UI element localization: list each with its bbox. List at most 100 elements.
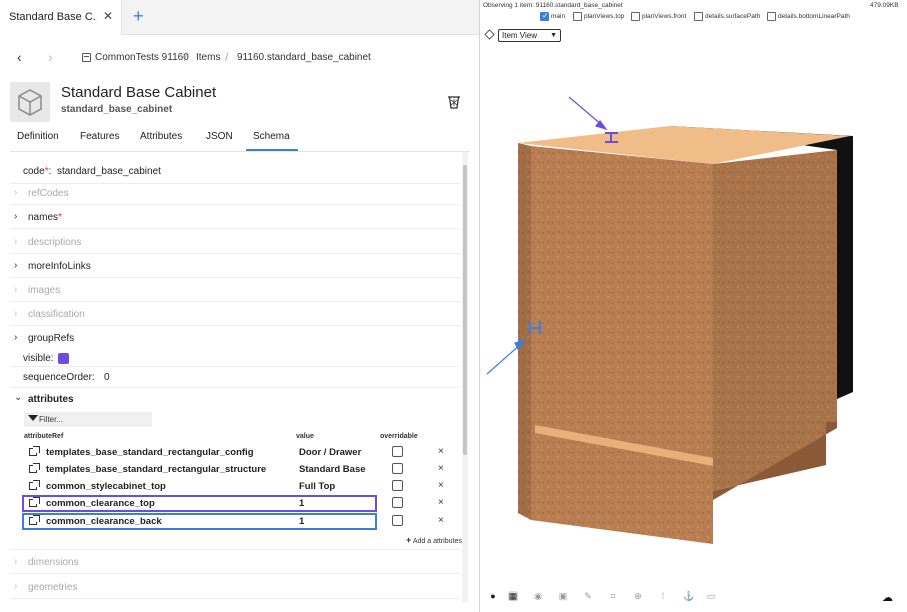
attributes-label: attributes xyxy=(28,394,74,405)
external-link-icon[interactable] xyxy=(29,446,40,456)
cabinet-3d-render[interactable] xyxy=(481,0,907,590)
external-link-icon[interactable] xyxy=(29,515,40,525)
divider xyxy=(10,151,470,152)
crop-icon[interactable]: ⌗ xyxy=(608,591,618,601)
filter-input[interactable]: Filter... xyxy=(24,412,152,427)
add-attributes-button[interactable]: + Add a attributes xyxy=(406,535,462,545)
scrollbar-thumb[interactable] xyxy=(463,165,467,455)
anchor-icon[interactable]: ⚓ xyxy=(683,591,694,601)
remove-icon[interactable]: × xyxy=(438,515,444,526)
schema-row-images[interactable]: › images xyxy=(10,278,460,302)
tab-definition[interactable]: Definition xyxy=(17,131,59,142)
remove-icon[interactable]: × xyxy=(438,497,444,508)
chevron-right-icon: › xyxy=(14,284,18,295)
overridable-checkbox[interactable] xyxy=(392,497,403,508)
tab-bar: Standard Base C... ✕ + xyxy=(0,0,479,35)
tab-title: Standard Base C... xyxy=(9,11,97,23)
divider xyxy=(10,387,460,388)
visible-checkbox[interactable] xyxy=(58,353,69,364)
attribute-row-clearance-back: common_clearance_back 1 × xyxy=(22,513,454,530)
row-label: images xyxy=(28,285,61,296)
chevron-right-icon: › xyxy=(14,260,18,271)
chevron-right-icon: › xyxy=(14,556,18,567)
palette-icon[interactable]: ● xyxy=(488,591,498,601)
item-code: standard_base_cabinet xyxy=(61,104,173,115)
cube-icon[interactable]: ▣ xyxy=(558,591,568,601)
breadcrumb-items[interactable]: Items xyxy=(196,52,220,63)
tab-schema[interactable]: Schema xyxy=(253,131,290,142)
schema-row-descriptions[interactable]: › descriptions xyxy=(10,230,460,254)
row-label: refCodes xyxy=(28,188,69,199)
code-label: code xyxy=(23,166,45,177)
image-icon[interactable]: ▭ xyxy=(706,591,716,601)
breadcrumb-separator: / xyxy=(225,50,229,64)
sequence-order-value: 0 xyxy=(104,372,110,383)
overridable-checkbox[interactable] xyxy=(392,446,403,457)
attribute-name: common_stylecabinet_top xyxy=(46,481,166,492)
grid-icon[interactable]: ▦ xyxy=(508,591,518,601)
tab-features[interactable]: Features xyxy=(80,131,119,142)
attribute-name: templates_base_standard_rectangular_conf… xyxy=(46,447,254,458)
add-tab-icon[interactable]: + xyxy=(133,6,144,27)
filter-icon xyxy=(28,415,38,421)
attribute-name: common_clearance_back xyxy=(46,516,162,527)
attribute-value: Door / Drawer xyxy=(299,447,362,458)
chevron-right-icon: › xyxy=(14,236,18,247)
attribute-name: common_clearance_top xyxy=(46,498,155,509)
schema-row-geometries[interactable]: › geometries xyxy=(10,575,460,599)
forward-arrow-icon[interactable]: › xyxy=(48,49,53,65)
column-header-overridable: overridable xyxy=(380,433,418,440)
chevron-right-icon: › xyxy=(14,332,18,343)
schema-row-classification[interactable]: › classification xyxy=(10,302,460,326)
chevron-right-icon: › xyxy=(14,308,18,319)
row-label: geometries xyxy=(28,582,78,593)
attribute-name: templates_base_standard_rectangular_stru… xyxy=(46,464,267,475)
arrow-icon xyxy=(568,96,608,131)
back-arrow-icon[interactable]: ‹ xyxy=(17,49,22,65)
overridable-checkbox[interactable] xyxy=(392,480,403,491)
external-link-icon[interactable] xyxy=(29,480,40,490)
catalog-icon xyxy=(82,53,91,62)
attribute-row-clearance-top: common_clearance_top 1 × xyxy=(22,495,454,512)
remove-icon[interactable]: × xyxy=(438,480,444,491)
chevron-right-icon: › xyxy=(14,581,18,592)
item-editor-panel: Standard Base C... ✕ + ‹ › CommonTests 9… xyxy=(0,0,480,612)
remove-icon[interactable]: × xyxy=(438,463,444,474)
compass-icon[interactable]: ◉ xyxy=(533,591,543,601)
tab-json[interactable]: JSON xyxy=(206,131,233,142)
divider xyxy=(10,366,460,367)
schema-row-moreinfolinks[interactable]: › moreInfoLinks xyxy=(10,254,460,278)
attribute-row: common_stylecabinet_top Full Top × xyxy=(22,478,454,495)
attribute-value: Full Top xyxy=(299,481,336,492)
target-icon[interactable]: ⊕ xyxy=(633,591,643,601)
code-value: standard_base_cabinet xyxy=(56,166,161,177)
column-header-attributeref: attributeRef xyxy=(24,433,64,440)
row-label: groupRefs xyxy=(28,333,75,344)
attribute-value: 1 xyxy=(299,516,305,527)
tab-attributes[interactable]: Attributes xyxy=(140,131,182,142)
overridable-checkbox[interactable] xyxy=(392,515,403,526)
column-header-value: value xyxy=(296,433,314,440)
schema-row-refcodes[interactable]: › refCodes xyxy=(10,181,460,205)
visible-label: visible: xyxy=(23,353,54,364)
external-link-icon[interactable] xyxy=(29,463,40,473)
overridable-checkbox[interactable] xyxy=(392,463,403,474)
cube-icon xyxy=(10,82,50,122)
breadcrumb-catalog[interactable]: CommonTests 91160 xyxy=(95,52,189,63)
schema-row-names[interactable]: › names* xyxy=(10,205,460,229)
schema-row-dimensions[interactable]: › dimensions xyxy=(10,550,460,574)
close-icon[interactable]: ✕ xyxy=(103,9,113,23)
trash-icon[interactable] xyxy=(446,94,462,113)
dots-grid-icon[interactable]: ⁞ xyxy=(658,591,668,601)
brush-icon[interactable]: ✎ xyxy=(583,591,593,601)
sequence-order-label: sequenceOrder: xyxy=(23,372,95,383)
page-title: Standard Base Cabinet xyxy=(61,84,217,101)
schema-row-grouprefs[interactable]: › groupRefs xyxy=(10,326,460,350)
external-link-icon[interactable] xyxy=(29,497,40,507)
chevron-down-icon[interactable]: ⌄ xyxy=(14,392,22,403)
breadcrumb-separator: / xyxy=(184,50,188,64)
remove-icon[interactable]: × xyxy=(438,446,444,457)
breadcrumb-item[interactable]: 91160.standard_base_cabinet xyxy=(237,52,371,63)
cloud-download-icon[interactable]: ☁ xyxy=(882,591,893,604)
tab-standard-base-cabinet[interactable]: Standard Base C... ✕ xyxy=(0,0,122,35)
